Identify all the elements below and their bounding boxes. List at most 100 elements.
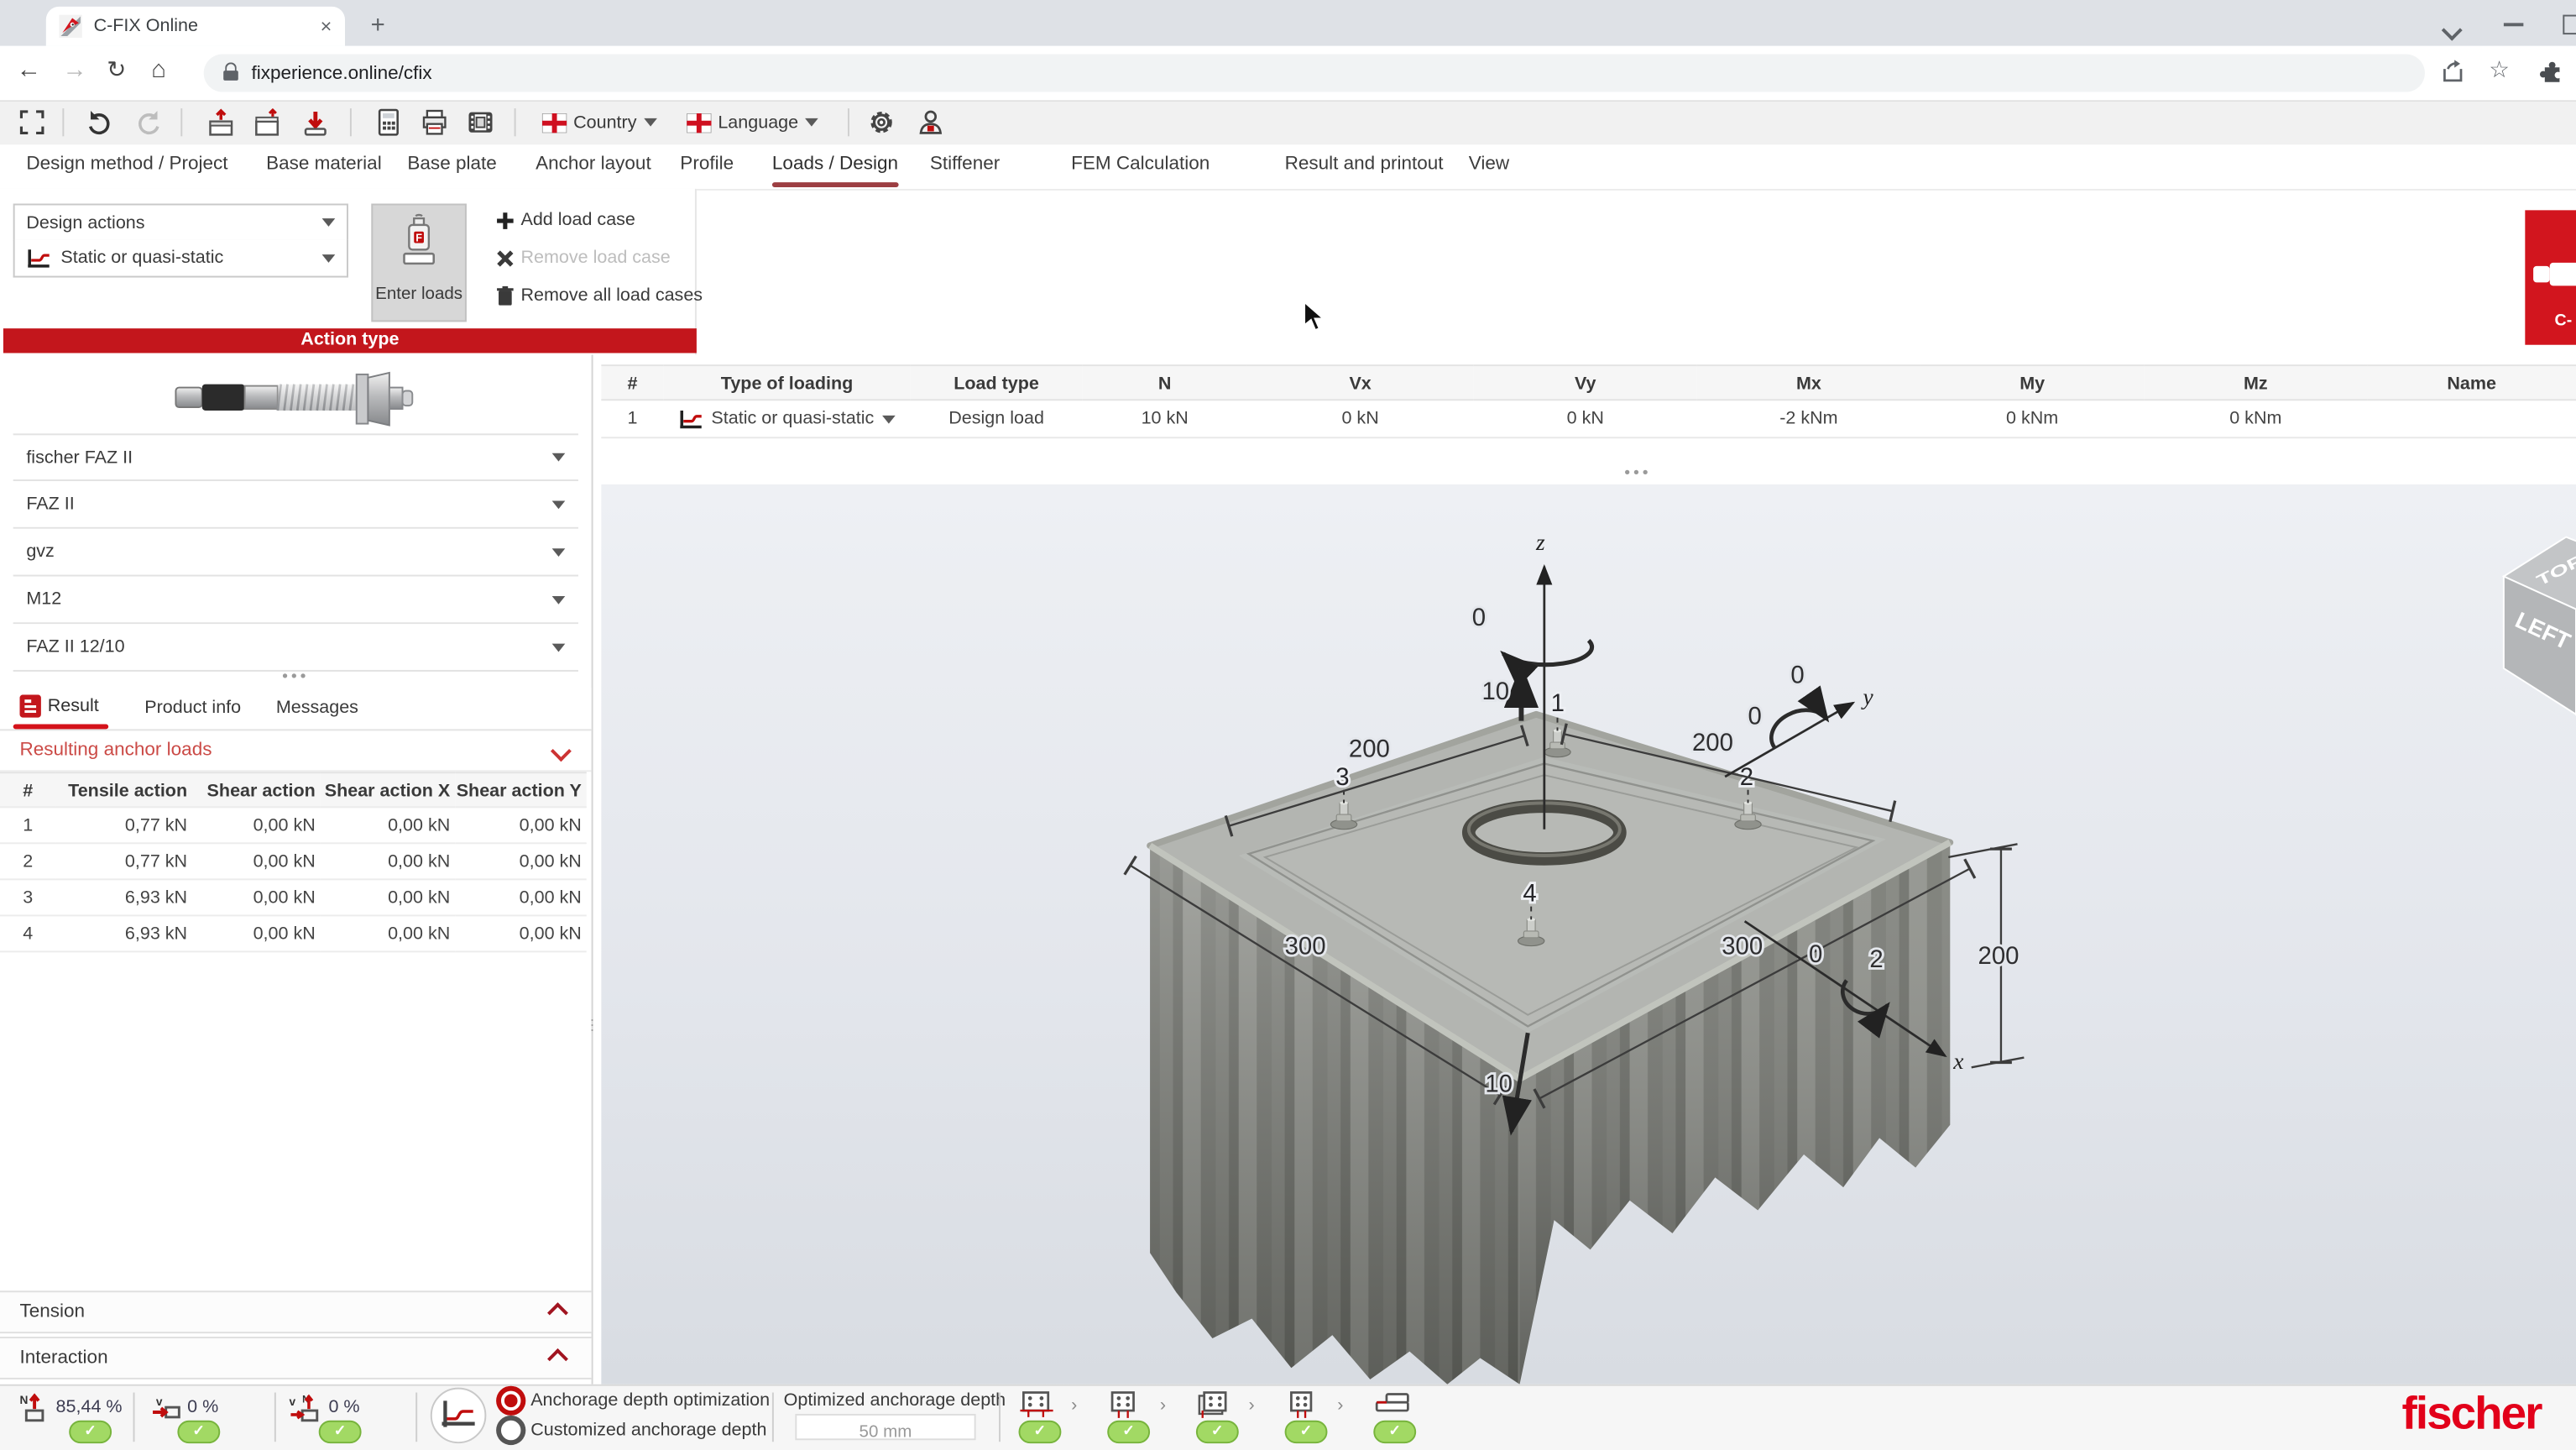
resulting-anchor-loads-header[interactable]: Resulting anchor loads: [0, 730, 592, 772]
tab-stiffener[interactable]: Stiffener: [930, 154, 1000, 174]
svg-text:N: N: [19, 1394, 28, 1406]
new-tab-button[interactable]: +: [365, 13, 391, 39]
browser-tab[interactable]: C-FIX Online ×: [46, 7, 345, 46]
moment-z-value: 0: [1472, 604, 1486, 631]
radio-customized-depth[interactable]: Customized anchorage depth: [501, 1421, 767, 1440]
share-icon[interactable]: [2442, 59, 2466, 92]
panel-resize-handle[interactable]: •••: [280, 668, 312, 687]
load-case-row[interactable]: 1 Static or quasi-static Design load 10 …: [601, 400, 2576, 438]
viewport-3d[interactable]: 1 2 3 4 200 200 300 300 200: [601, 484, 2576, 1385]
tab-loads-design[interactable]: Loads / Design: [772, 154, 898, 174]
add-load-case-button[interactable]: Add load case: [496, 210, 635, 229]
product-series-value: FAZ II: [26, 495, 74, 514]
tension-section-header[interactable]: Tension: [0, 1290, 592, 1333]
tab-result-printout[interactable]: Result and printout: [1285, 154, 1444, 174]
step-chevron-icon: ›: [1249, 1395, 1255, 1415]
result-cell: 0,00 kN: [321, 808, 455, 844]
calculator-icon[interactable]: [374, 108, 402, 144]
remove-all-load-cases-button[interactable]: Remove all load cases: [496, 285, 703, 305]
product-variant-dropdown[interactable]: FAZ II 12/10: [13, 624, 578, 672]
window-minimize-button[interactable]: [2504, 23, 2523, 26]
tab-design-method[interactable]: Design method / Project: [26, 154, 227, 174]
video-icon[interactable]: [467, 108, 494, 144]
result-cell: 0,00 kN: [192, 916, 321, 952]
window-maximize-button[interactable]: [2563, 15, 2576, 34]
type-caret-icon[interactable]: [882, 415, 896, 423]
save-download-icon[interactable]: [300, 108, 330, 146]
open-project-icon[interactable]: [253, 108, 282, 146]
load-case-mz[interactable]: 0 kNm: [2144, 400, 2367, 437]
load-case-mx[interactable]: -2 kNm: [1697, 400, 1920, 437]
interaction-section-header[interactable]: Interaction: [0, 1337, 592, 1379]
tension-label: Tension: [19, 1302, 85, 1322]
result-col-shear-y: Shear action Y: [455, 772, 587, 808]
product-series-dropdown[interactable]: FAZ II: [13, 481, 578, 529]
panel-scrollbar-dots[interactable]: ⋮: [585, 1022, 600, 1029]
load-case-my[interactable]: 0 kNm: [1920, 400, 2144, 437]
check-icon: ✓: [192, 1422, 205, 1439]
load-curve-button[interactable]: [431, 1388, 487, 1443]
url-bar[interactable]: fixperience.online/cfix: [204, 55, 2425, 92]
product-coating-dropdown[interactable]: gvz: [13, 529, 578, 577]
load-case-vx[interactable]: 0 kN: [1247, 400, 1474, 437]
new-project-icon[interactable]: [207, 108, 237, 146]
anchor-4-label: 4: [1523, 880, 1536, 908]
enter-loads-label: Enter loads: [373, 284, 465, 303]
loading-type-dropdown[interactable]: Static or quasi-static: [13, 240, 348, 278]
optimized-depth-input[interactable]: 50 mm: [795, 1414, 975, 1440]
force-bottom-value: 10: [1485, 1070, 1513, 1098]
badge-label: C-: [2555, 312, 2573, 331]
tab-fem-calculation[interactable]: FEM Calculation: [1071, 154, 1210, 174]
static-load-icon: [678, 408, 703, 429]
print-icon[interactable]: [421, 108, 448, 144]
action-type-dropdown[interactable]: Design actions: [13, 204, 348, 242]
product-size-value: M12: [26, 589, 61, 609]
reload-button[interactable]: ↻: [107, 55, 126, 83]
forward-button[interactable]: →: [62, 55, 86, 83]
language-selector[interactable]: Language: [687, 108, 818, 136]
radio-anchorage-optimization[interactable]: Anchorage depth optimization: [501, 1391, 770, 1411]
load-case-name[interactable]: [2367, 400, 2576, 437]
undo-icon[interactable]: [86, 108, 113, 144]
settings-gear-icon[interactable]: [867, 108, 895, 144]
shear-utilization-icon: v: [151, 1393, 180, 1431]
product-size-dropdown[interactable]: M12: [13, 576, 578, 624]
load-case-type: Static or quasi-static: [711, 400, 874, 437]
tab-product-info[interactable]: Product info: [144, 698, 241, 717]
fischer-logo: fischer: [2402, 1388, 2542, 1441]
tab-messages[interactable]: Messages: [276, 698, 358, 717]
back-button[interactable]: ←: [17, 55, 41, 83]
extensions-puzzle-icon[interactable]: [2540, 59, 2564, 92]
anchor-product-image: [173, 368, 420, 438]
tab-base-material[interactable]: Base material: [266, 154, 382, 174]
load-case-n[interactable]: 10 kN: [1083, 400, 1247, 437]
tab-close-icon[interactable]: ×: [321, 17, 332, 36]
result-panel-tabs: Result Product info Messages: [0, 688, 592, 730]
bookmark-star-icon[interactable]: ☆: [2489, 55, 2510, 83]
tab-anchor-layout[interactable]: Anchor layout: [536, 154, 651, 174]
radio-optimization-label: Anchorage depth optimization: [530, 1391, 770, 1411]
load-case-vy[interactable]: 0 kN: [1474, 400, 1697, 437]
view-cube[interactable]: TOP LEFT F: [2504, 537, 2576, 715]
fullscreen-icon[interactable]: [19, 110, 44, 143]
country-selector[interactable]: Country: [542, 108, 656, 136]
home-button[interactable]: ⌂: [151, 55, 166, 83]
tab-base-plate[interactable]: Base plate: [407, 154, 496, 174]
col-num: #: [601, 364, 663, 400]
tab-result[interactable]: Result: [19, 694, 98, 717]
product-badge[interactable]: C-: [2525, 210, 2576, 344]
user-account-icon[interactable]: [917, 108, 944, 144]
product-family-dropdown[interactable]: fischer FAZ II: [13, 433, 578, 481]
tab-profile[interactable]: Profile: [680, 154, 734, 174]
lock-icon: [223, 66, 238, 80]
table-resize-handle[interactable]: •••: [1618, 464, 1658, 483]
result-cell: 1: [0, 808, 56, 844]
result-col-num: #: [0, 772, 56, 808]
dim-bottom-left: 300: [1285, 932, 1326, 960]
tab-search-chevron-icon[interactable]: [2444, 17, 2459, 46]
tab-view[interactable]: View: [1469, 154, 1509, 174]
country-caret-icon: [643, 118, 656, 127]
enter-loads-button[interactable]: F Enter loads: [371, 204, 467, 322]
col-mz: Mz: [2144, 364, 2367, 400]
result-col-tensile: Tensile action: [56, 772, 192, 808]
